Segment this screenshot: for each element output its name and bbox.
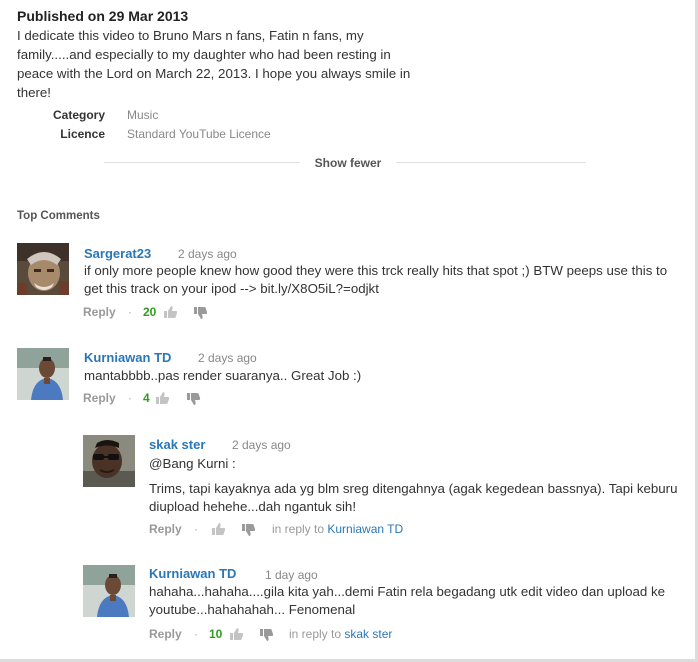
comment-time: 2 days ago [178, 247, 237, 261]
comment-time: 2 days ago [232, 438, 291, 452]
divider-left [104, 162, 300, 163]
avatar[interactable] [83, 435, 135, 487]
separator-dot: · [194, 627, 198, 641]
separator-dot: · [128, 391, 132, 405]
like-count: 10 [209, 627, 223, 641]
in-reply-prefix: in reply to [272, 522, 328, 536]
thumbs-down-icon[interactable] [186, 392, 201, 406]
thumbs-up-icon[interactable] [229, 627, 244, 641]
comment-actions: Reply · 20 [83, 305, 283, 321]
reply-comment-item: skak ster 2 days ago @Bang Kurni : Trims… [83, 435, 683, 543]
thumbs-down-icon[interactable] [259, 628, 274, 642]
thumbs-up-icon[interactable] [163, 305, 178, 319]
comment-body: Trims, tapi kayaknya ada yg blm sreg dit… [149, 481, 678, 514]
avatar[interactable] [83, 565, 135, 617]
comment-item: Kurniawan TD 2 days ago mantabbbb..pas r… [17, 348, 677, 410]
comment-mention: @Bang Kurni : [149, 456, 236, 471]
comment-actions: Reply · 4 [83, 391, 283, 407]
comment-author[interactable]: Sargerat23 [84, 246, 151, 261]
comment-body: if only more people knew how good they w… [84, 263, 668, 296]
thumbs-up-icon[interactable] [211, 522, 226, 536]
thumbs-down-icon[interactable] [193, 306, 208, 320]
separator-dot: · [128, 305, 132, 319]
comment-actions: Reply · 10 in reply to skak ster [149, 627, 549, 643]
like-count: 4 [143, 391, 150, 405]
category-label: Category [52, 108, 105, 122]
comment-actions: Reply · in reply to Kurniawan TD [149, 522, 549, 538]
avatar[interactable] [17, 243, 69, 295]
comment-body: mantabbbb..pas render suaranya.. Great J… [84, 368, 362, 383]
in-reply-to-link[interactable]: Kurniawan TD [327, 522, 403, 536]
thumbs-down-icon[interactable] [241, 523, 256, 537]
reply-button[interactable]: Reply [149, 522, 182, 536]
in-reply-to-link[interactable]: skak ster [344, 627, 392, 641]
comment-author[interactable]: Kurniawan TD [84, 350, 171, 365]
in-reply-to: in reply to skak ster [289, 627, 392, 641]
comment-time: 2 days ago [198, 351, 257, 365]
licence-value: Standard YouTube Licence [127, 127, 271, 141]
in-reply-prefix: in reply to [289, 627, 345, 641]
category-row: Category Music [0, 108, 400, 124]
comment-author[interactable]: Kurniawan TD [149, 566, 236, 581]
reply-comment-item: Kurniawan TD 1 day ago hahaha...hahaha..… [83, 565, 683, 645]
video-description: I dedicate this video to Bruno Mars n fa… [17, 28, 411, 100]
show-fewer-button[interactable]: Show fewer [302, 156, 394, 170]
reply-button[interactable]: Reply [83, 391, 116, 405]
comment-author[interactable]: skak ster [149, 437, 205, 452]
like-count: 20 [143, 305, 157, 319]
comment-body: hahaha...hahaha....gila kita yah...demi … [149, 584, 665, 617]
top-comments-heading: Top Comments [17, 210, 100, 222]
publish-date: Published on 29 Mar 2013 [17, 8, 189, 24]
reply-button[interactable]: Reply [83, 305, 116, 319]
separator-dot: · [194, 522, 198, 536]
thumbs-up-icon[interactable] [155, 391, 170, 405]
divider-right [396, 162, 586, 163]
category-value: Music [127, 108, 159, 122]
comment-item: Sargerat23 2 days ago if only more peopl… [17, 243, 677, 323]
in-reply-to: in reply to Kurniawan TD [272, 522, 403, 536]
comment-time: 1 day ago [265, 568, 318, 582]
avatar[interactable] [17, 348, 69, 400]
licence-label: Licence [60, 127, 105, 141]
licence-row: Licence Standard YouTube Licence [0, 127, 400, 143]
reply-button[interactable]: Reply [149, 627, 182, 641]
